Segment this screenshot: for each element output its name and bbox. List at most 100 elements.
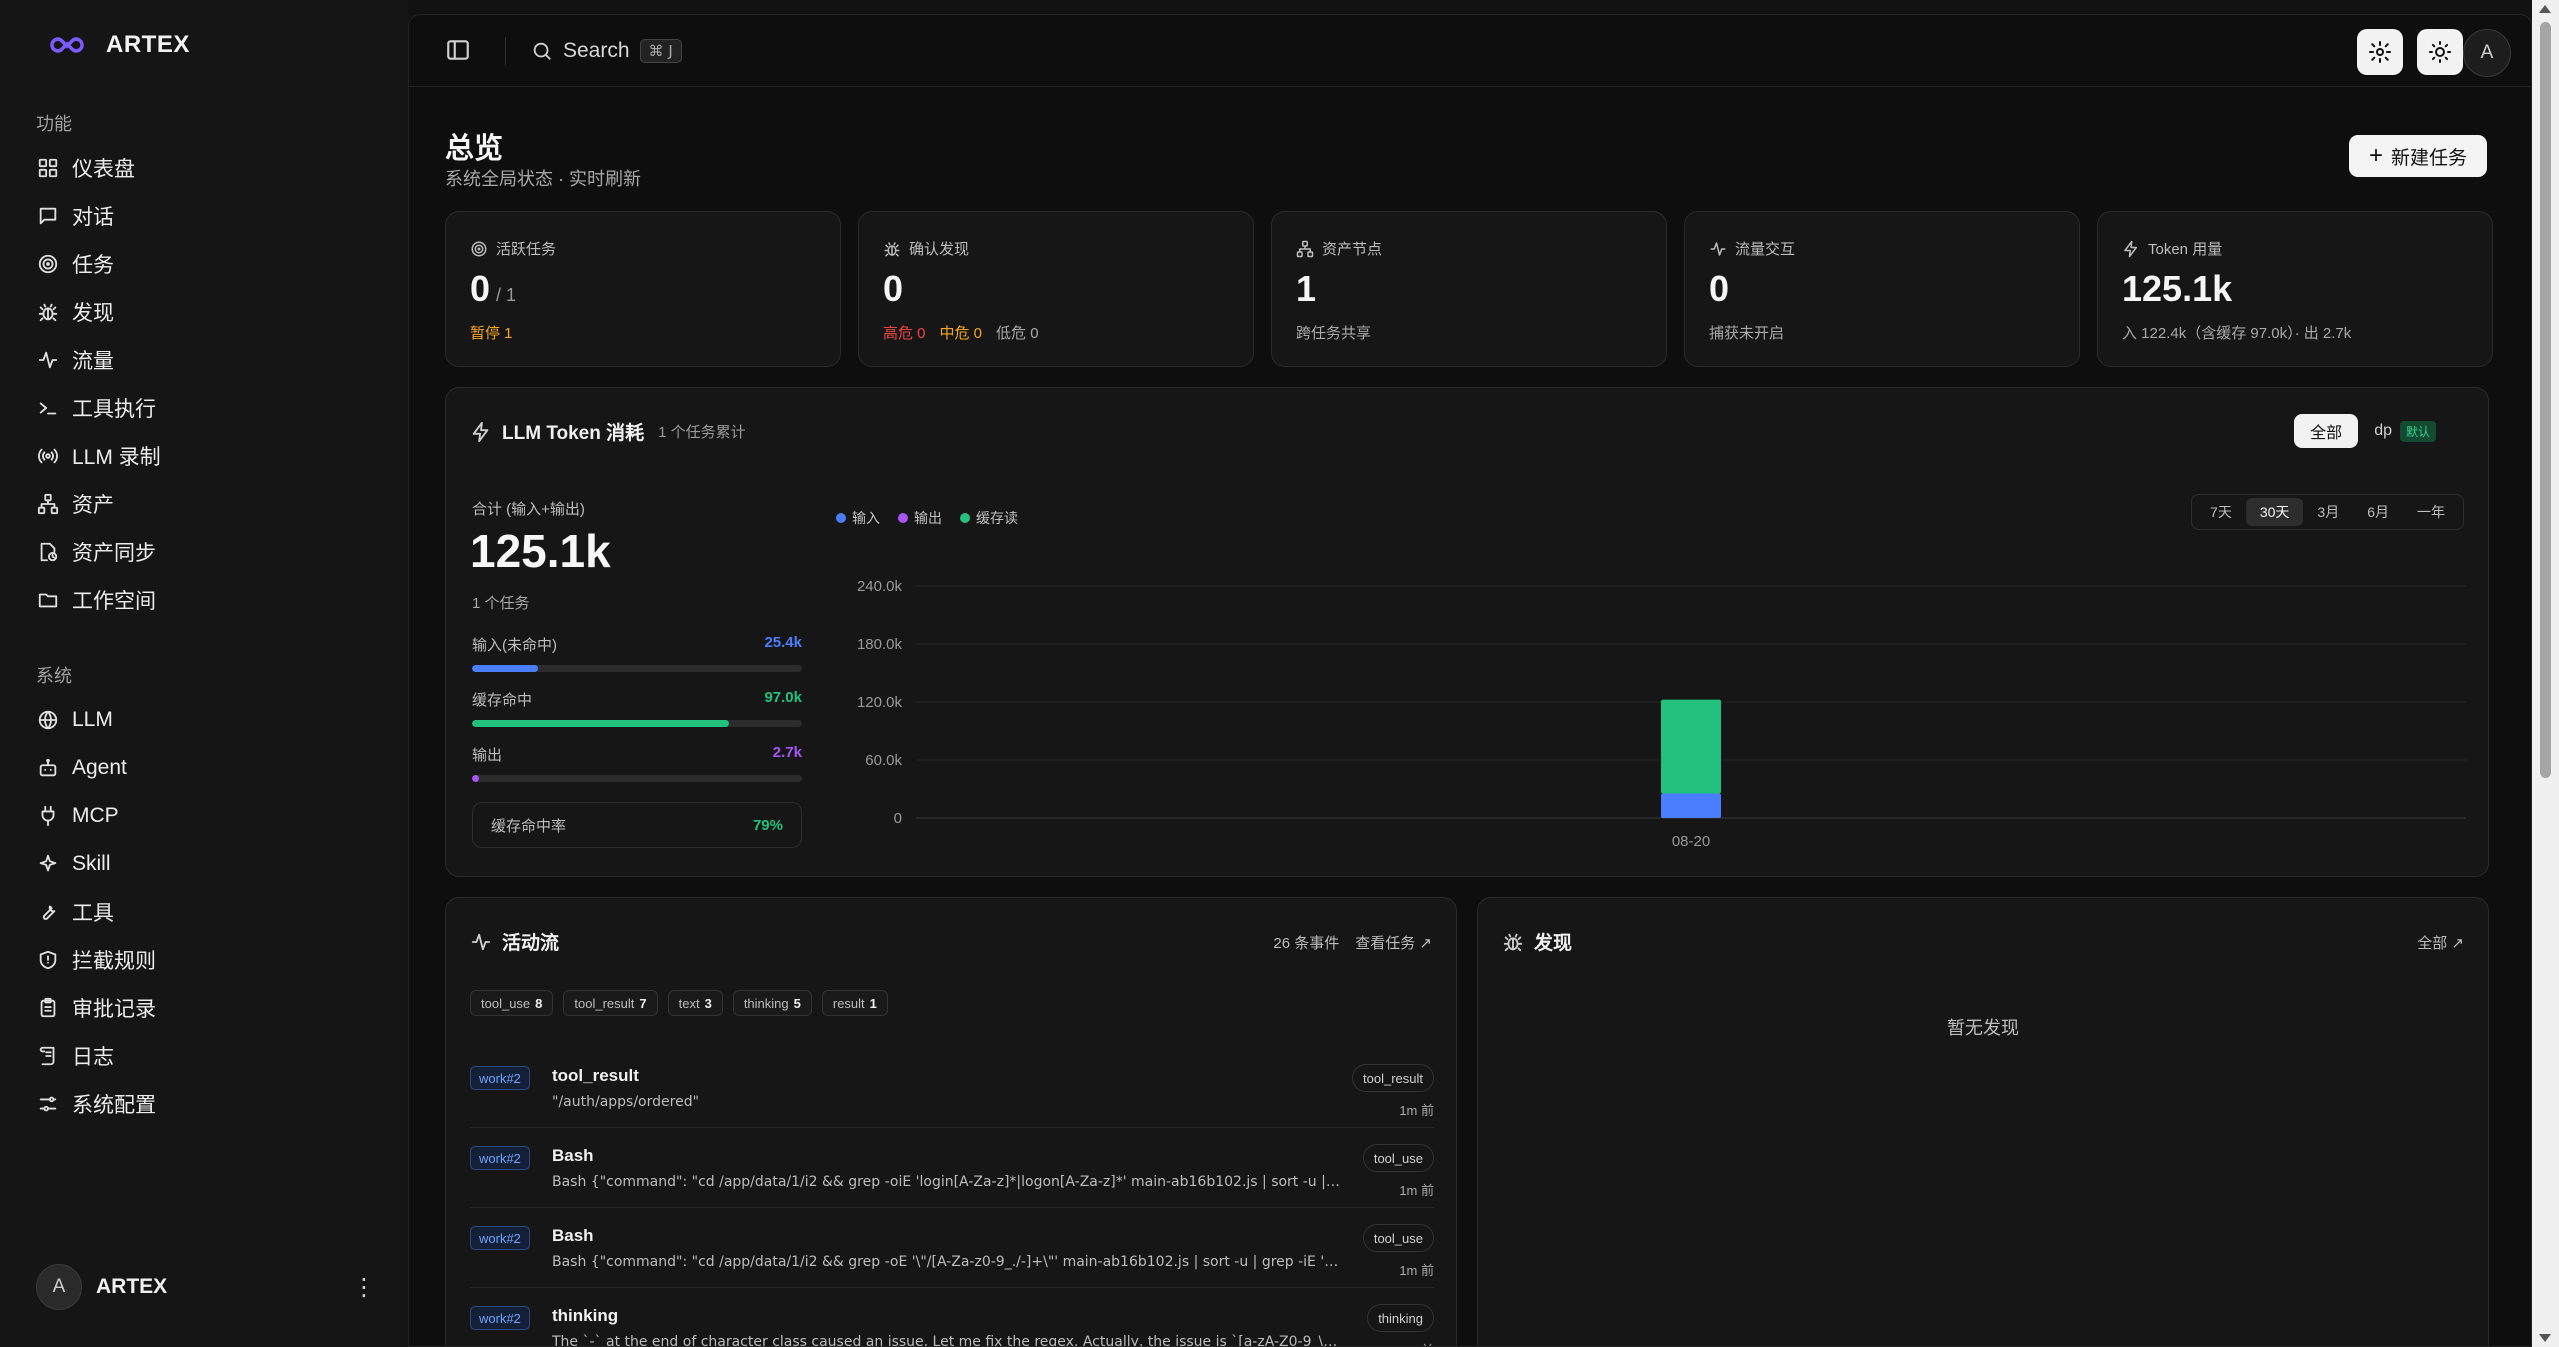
brand[interactable]: ARTEX bbox=[46, 30, 190, 60]
section-label-system: 系统 bbox=[36, 666, 72, 686]
sidebar-item-feature-9[interactable]: 工作空间 bbox=[22, 576, 392, 624]
sidebar-item-feature-6[interactable]: LLM 录制 bbox=[22, 432, 392, 480]
shield-icon bbox=[36, 948, 60, 972]
settings-button[interactable] bbox=[2357, 29, 2403, 75]
y-tick-label: 0 bbox=[894, 810, 902, 827]
token-bar-value: 97.0k bbox=[764, 689, 802, 706]
event-list: work#2 tool_result "/auth/apps/ordered" too… bbox=[470, 1048, 1434, 1346]
gear-icon bbox=[2369, 41, 2391, 63]
event-type-chip[interactable]: tool_result 7 bbox=[563, 990, 658, 1016]
stat-footer: 入 122.4k（含缓存 97.0k）· 出 2.7k bbox=[2122, 322, 2365, 343]
search-button[interactable]: Search ⌘ J bbox=[531, 35, 682, 67]
bar-segment-输入 bbox=[1661, 793, 1721, 818]
event-type-chip[interactable]: result 1 bbox=[821, 990, 888, 1016]
event-type-chip[interactable]: thinking 5 bbox=[732, 990, 812, 1016]
time-range-selector: 7天 30天 3月 6月 一年 bbox=[2191, 494, 2464, 530]
sidebar-item-feature-0[interactable]: 仪表盘 bbox=[22, 144, 392, 192]
cache-hit-rate-value: 79% bbox=[752, 816, 783, 834]
file-sync-icon bbox=[36, 540, 60, 564]
event-type-badge: thinking bbox=[1367, 1304, 1434, 1332]
legend-item: 缓存读 bbox=[960, 508, 1018, 528]
network-icon bbox=[36, 492, 60, 516]
stat-value-row: 0 bbox=[1709, 268, 1735, 310]
user-row[interactable]: A ARTEX ⋮ bbox=[36, 1262, 376, 1312]
search-label: Search bbox=[563, 39, 630, 62]
legend-dot bbox=[836, 513, 846, 523]
scroll-down-icon[interactable] bbox=[2539, 1334, 2551, 1342]
llm-card-subtitle: 1 个任务累计 bbox=[658, 424, 746, 441]
sidebar-item-system-0[interactable]: LLM bbox=[22, 696, 392, 744]
theme-toggle-button[interactable] bbox=[2417, 29, 2463, 75]
sidebar-item-system-7[interactable]: 日志 bbox=[22, 1032, 392, 1080]
user-avatar-button[interactable]: A bbox=[2463, 29, 2511, 77]
sidebar-item-feature-3[interactable]: 发现 bbox=[22, 288, 392, 336]
grid-icon bbox=[36, 156, 60, 180]
nav-label: 流量 bbox=[72, 350, 114, 373]
range-option[interactable]: 一年 bbox=[2403, 498, 2459, 526]
llm-card-header: LLM Token 消耗 1 个任务累计 bbox=[470, 418, 746, 445]
range-option[interactable]: 3月 bbox=[2303, 498, 2353, 526]
stat-value: 0 bbox=[470, 268, 491, 309]
sidebar-item-system-2[interactable]: MCP bbox=[22, 792, 392, 840]
nav-label: 资产 bbox=[72, 494, 114, 517]
stat-card: Token 用量 125.1k 入 122.4k（含缓存 97.0k）· 出 2.7… bbox=[2097, 211, 2493, 367]
bot-icon bbox=[36, 756, 60, 780]
filter-dp[interactable]: dp 默认 bbox=[2358, 414, 2452, 448]
token-bar-fill bbox=[472, 665, 538, 672]
nav-label: 资产同步 bbox=[72, 542, 156, 565]
sidebar-item-feature-1[interactable]: 对话 bbox=[22, 192, 392, 240]
sidebar-item-system-1[interactable]: Agent bbox=[22, 744, 392, 792]
sidebar-item-feature-8[interactable]: 资产同步 bbox=[22, 528, 392, 576]
sidebar-item-system-4[interactable]: 工具 bbox=[22, 888, 392, 936]
event-description: Bash {"command": "cd /app/data/1/i2 && g… bbox=[552, 1254, 1342, 1270]
view-tasks-link[interactable]: 查看任务 ↗ bbox=[1355, 932, 1432, 953]
terminal-icon bbox=[36, 396, 60, 420]
range-option[interactable]: 30天 bbox=[2245, 498, 2304, 526]
sidebar-toggle-icon[interactable] bbox=[445, 37, 471, 63]
event-type-chip[interactable]: tool_use 8 bbox=[470, 990, 554, 1016]
legend-item: 输入 bbox=[836, 508, 880, 528]
chip-count: 5 bbox=[793, 995, 801, 1011]
range-option[interactable]: 6月 bbox=[2353, 498, 2403, 526]
new-task-button[interactable]: + 新建任务 bbox=[2349, 135, 2487, 177]
sidebar-item-feature-7[interactable]: 资产 bbox=[22, 480, 392, 528]
event-type-chip[interactable]: text 3 bbox=[667, 990, 723, 1016]
sidebar-item-feature-4[interactable]: 流量 bbox=[22, 336, 392, 384]
stat-label: 资产节点 bbox=[1322, 241, 1383, 258]
zap-icon bbox=[472, 421, 489, 442]
more-vertical-icon[interactable]: ⋮ bbox=[352, 1273, 376, 1302]
event-row[interactable]: work#2 tool_result "/auth/apps/ordered" too… bbox=[470, 1048, 1434, 1128]
event-time: 1m 前 bbox=[1399, 1183, 1434, 1198]
worker-tag: work#2 bbox=[470, 1226, 530, 1250]
nav-label: LLM bbox=[72, 708, 113, 731]
sidebar-item-system-6[interactable]: 审批记录 bbox=[22, 984, 392, 1032]
sidebar-item-feature-5[interactable]: 工具执行 bbox=[22, 384, 392, 432]
page-scrollbar[interactable] bbox=[2532, 0, 2559, 1347]
sidebar-item-feature-2[interactable]: 任务 bbox=[22, 240, 392, 288]
filter-all[interactable]: 全部 bbox=[2294, 414, 2359, 448]
event-row[interactable]: work#2 thinking The `-` at the end of char… bbox=[470, 1288, 1434, 1346]
llm-card-title: LLM Token 消耗 bbox=[502, 423, 645, 444]
event-row[interactable]: work#2 Bash Bash {"command": "cd /app/data… bbox=[470, 1208, 1434, 1288]
stat-foot-text: 低危 0 bbox=[996, 325, 1039, 342]
findings-all-link[interactable]: 全部 ↗ bbox=[2417, 932, 2464, 953]
search-shortcut: ⌘ J bbox=[639, 39, 682, 63]
stat-foot-text: 入 122.4k（含缓存 97.0k）· 出 2.7k bbox=[2122, 325, 2352, 342]
chip-name: text bbox=[678, 995, 700, 1011]
scroll-thumb[interactable] bbox=[2540, 22, 2551, 778]
event-title: tool_result bbox=[552, 1066, 639, 1085]
token-bar-row: 输出 2.7k bbox=[472, 744, 802, 782]
findings-empty-state: 暂无发现 bbox=[1947, 1018, 2019, 1038]
clipboard-icon bbox=[36, 996, 60, 1020]
event-row[interactable]: work#2 Bash Bash {"command": "cd /app/data… bbox=[470, 1128, 1434, 1208]
sidebar-item-system-3[interactable]: Skill bbox=[22, 840, 392, 888]
stat-foot-text: 暂停 1 bbox=[470, 325, 513, 342]
stat-foot-text: 捕获未开启 bbox=[1709, 325, 1785, 342]
range-option[interactable]: 7天 bbox=[2196, 498, 2246, 526]
scroll-up-icon[interactable] bbox=[2539, 5, 2551, 13]
total-label: 合计 (输入+输出) bbox=[472, 501, 585, 518]
bug-icon bbox=[36, 300, 60, 324]
sidebar-item-system-8[interactable]: 系统配置 bbox=[22, 1080, 392, 1128]
sidebar-item-system-5[interactable]: 拦截规则 bbox=[22, 936, 392, 984]
stat-footer: 跨任务共享 bbox=[1296, 322, 1385, 343]
